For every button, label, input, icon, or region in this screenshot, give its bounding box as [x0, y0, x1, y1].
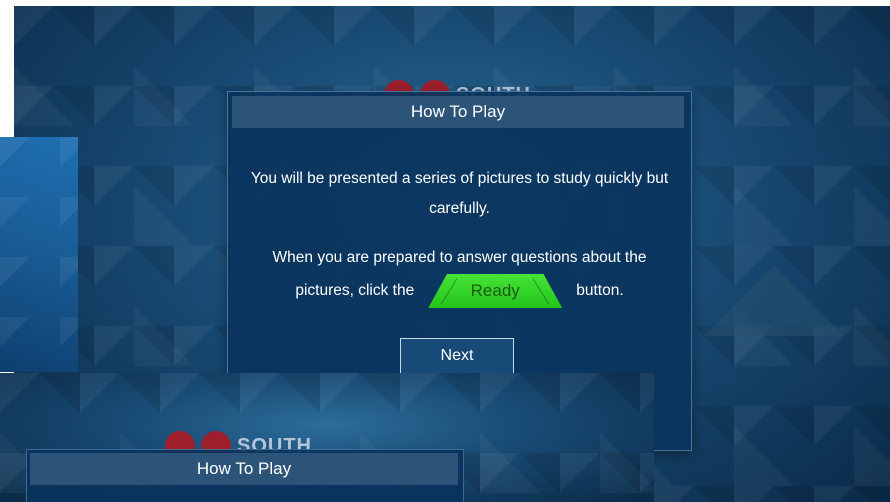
background-fragment-bottom: SOUTH How To Play	[0, 373, 654, 502]
ready-label: Ready	[470, 281, 520, 300]
dialog-title: How To Play	[232, 96, 684, 128]
instructions-paragraph-2-line-1: When you are prepared to answer question…	[272, 249, 647, 266]
next-button[interactable]: Next	[400, 338, 514, 374]
mountain-decoration	[704, 266, 844, 336]
background-dialog-title: How To Play	[30, 453, 458, 485]
instructions-paragraph-2-line-2: pictures, click the Ready button.	[238, 274, 681, 308]
instructions-prefix: pictures, click the	[295, 282, 415, 299]
instructions-suffix: button.	[576, 282, 624, 299]
background-fragment-left	[0, 137, 78, 372]
ready-button-illustration: Ready	[428, 274, 563, 308]
instructions-paragraph-1: You will be presented a series of pictur…	[250, 170, 669, 217]
